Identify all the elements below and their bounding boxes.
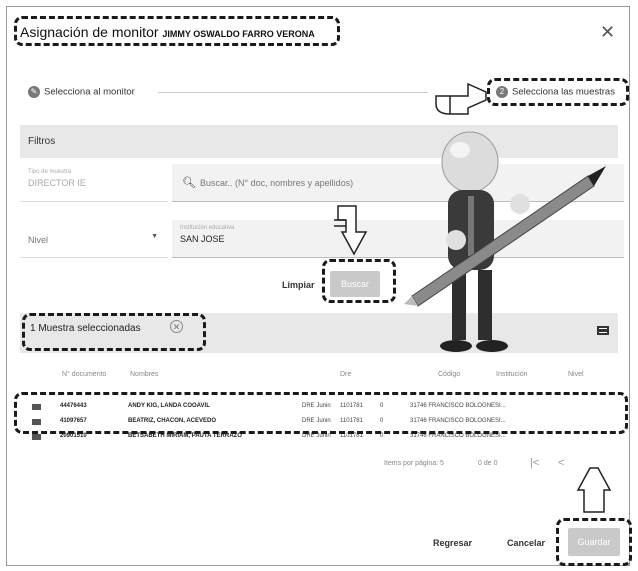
pointing-up-hand-icon xyxy=(576,467,612,513)
figure-with-pencil-illustration xyxy=(404,131,606,352)
pointing-down-hand-icon xyxy=(334,205,368,256)
overlay-illustration xyxy=(334,82,612,513)
pointing-hand-icon xyxy=(435,82,487,115)
